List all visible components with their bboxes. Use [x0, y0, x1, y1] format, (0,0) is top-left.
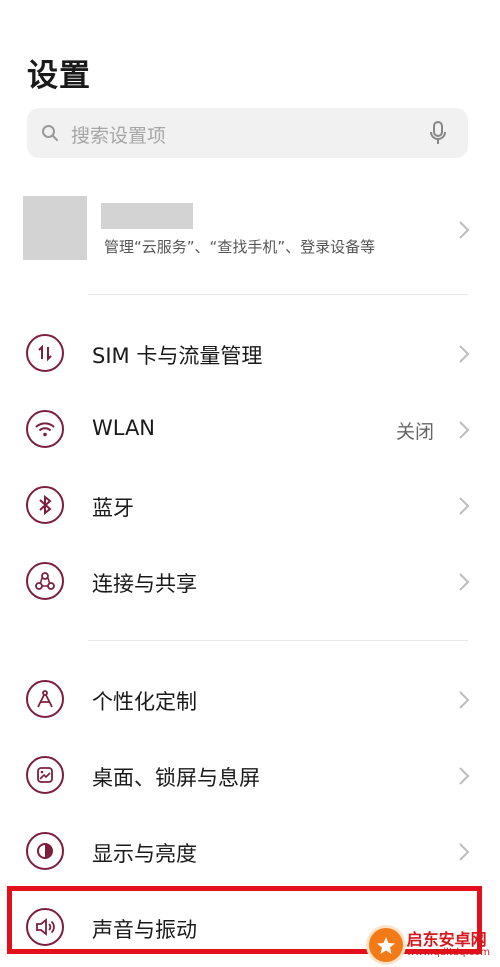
account-card[interactable]: 管理“云服务”、“查找手机”、登录设备等 — [0, 190, 500, 290]
chevron-right-icon — [458, 220, 470, 240]
watermark-text: 启东安卓网 www.qdltdq.com — [407, 932, 490, 958]
watermark-url: www.qdltdq.com — [406, 947, 490, 958]
wallpaper-icon — [26, 756, 64, 794]
settings-item-wallpaper-lock[interactable]: 桌面、锁屏与息屏 — [0, 738, 500, 814]
account-subtitle: 管理“云服务”、“查找手机”、登录设备等 — [104, 238, 376, 256]
settings-item-label: 连接与共享 — [92, 572, 197, 596]
settings-item-bluetooth[interactable]: 蓝牙 — [0, 468, 500, 544]
divider — [88, 294, 468, 295]
microphone-icon[interactable] — [428, 120, 448, 150]
wlan-status-value: 关闭 — [395, 421, 434, 443]
watermark-logo-icon — [368, 928, 403, 962]
chevron-right-icon — [458, 842, 470, 862]
page-title: 设置 — [27, 58, 91, 94]
bluetooth-icon — [26, 486, 64, 524]
sim-data-icon — [26, 334, 64, 372]
chevron-right-icon — [458, 496, 470, 516]
search-icon — [41, 124, 59, 146]
settings-item-label: 蓝牙 — [92, 496, 134, 520]
watermark-name: 启东安卓网 — [406, 930, 487, 949]
personalization-icon — [26, 680, 64, 718]
search-placeholder: 搜索设置项 — [71, 125, 167, 147]
chevron-right-icon — [458, 690, 470, 710]
chevron-right-icon — [458, 344, 470, 364]
settings-item-connection-share[interactable]: 连接与共享 — [0, 544, 500, 620]
settings-item-label: SIM 卡与流量管理 — [92, 344, 263, 368]
chevron-right-icon — [458, 420, 470, 440]
divider — [88, 640, 468, 641]
settings-item-label: 桌面、锁屏与息屏 — [92, 766, 260, 790]
avatar — [23, 196, 87, 260]
settings-item-label: 个性化定制 — [92, 690, 197, 714]
settings-item-label: WLAN — [92, 416, 156, 440]
settings-item-label: 显示与亮度 — [92, 842, 197, 866]
settings-item-wlan[interactable]: WLAN 关闭 — [0, 392, 500, 468]
watermark: 启东安卓网 www.qdltdq.com — [368, 928, 490, 962]
brightness-icon — [26, 832, 64, 870]
search-bar[interactable]: 搜索设置项 — [27, 108, 468, 158]
settings-item-display-brightness[interactable]: 显示与亮度 — [0, 814, 500, 890]
wifi-icon — [26, 410, 64, 448]
chevron-right-icon — [458, 572, 470, 592]
chevron-right-icon — [458, 766, 470, 786]
connection-share-icon — [26, 562, 64, 600]
settings-item-sim[interactable]: SIM 卡与流量管理 — [0, 316, 500, 392]
settings-item-personalization[interactable]: 个性化定制 — [0, 662, 500, 738]
account-name-redacted — [101, 203, 193, 229]
